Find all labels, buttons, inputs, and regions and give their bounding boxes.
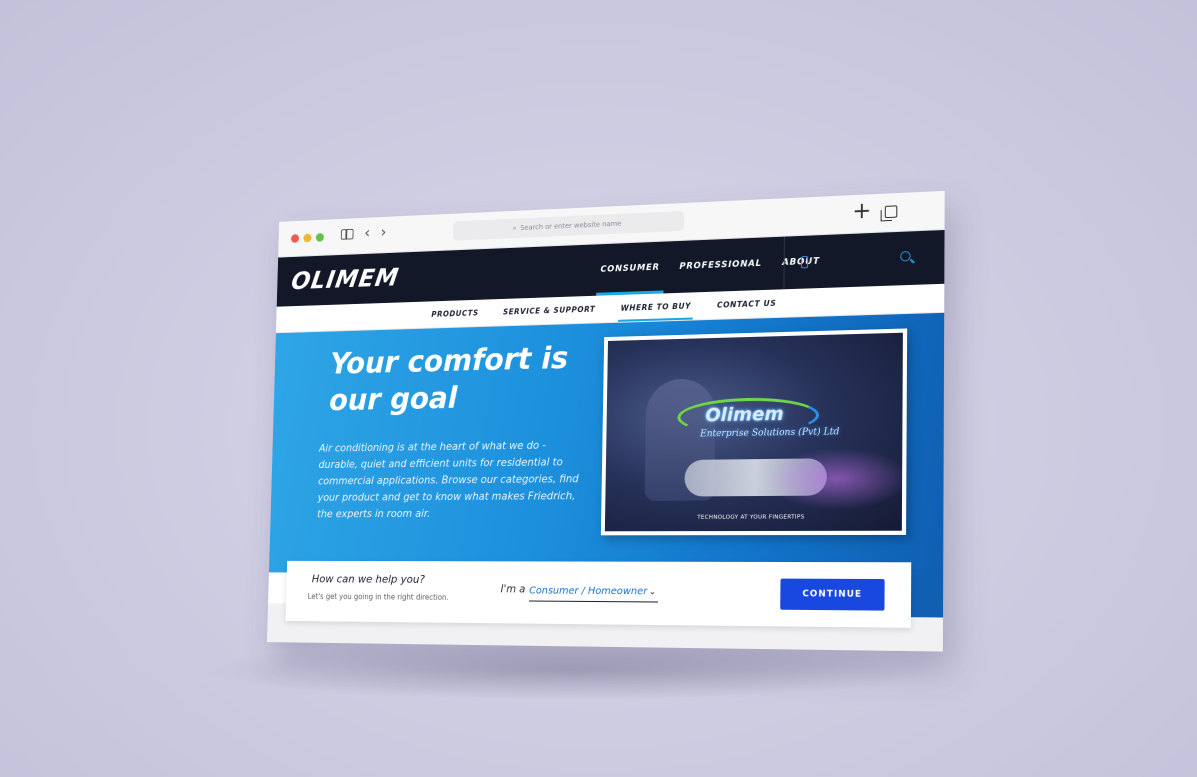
hero-edge bbox=[908, 574, 944, 618]
tabs-overview-icon[interactable] bbox=[884, 205, 898, 219]
new-tab-icon[interactable]: + bbox=[852, 198, 871, 224]
zoom-window-button[interactable] bbox=[315, 232, 325, 242]
help-bar: How can we help you? Let's get you going… bbox=[285, 560, 912, 628]
forward-icon[interactable]: › bbox=[380, 223, 386, 241]
subnav-where-to-buy[interactable]: WHERE TO BUY bbox=[611, 292, 702, 322]
address-bar[interactable]: ⌕ Search or enter website name bbox=[452, 210, 685, 241]
hero-title: Your comfort is our goal bbox=[328, 341, 569, 418]
scene: ‹ › ⌕ Search or enter website name + OLI… bbox=[0, 0, 1197, 777]
help-title: How can we help you? bbox=[311, 572, 426, 586]
back-icon[interactable]: ‹ bbox=[364, 223, 370, 241]
subnav-products[interactable]: PRODUCTS bbox=[422, 299, 488, 327]
image-company-name: Enterprise Solutions (Pvt) Ltd bbox=[700, 427, 840, 440]
phone-icon[interactable] bbox=[800, 255, 809, 269]
minimize-window-button[interactable] bbox=[303, 233, 312, 243]
subnav-contact-us[interactable]: CONTACT US bbox=[707, 289, 787, 319]
image-caption: TECHNOLOGY AT YOUR FINGERTIPS bbox=[697, 514, 805, 521]
continue-button[interactable]: CONTINUE bbox=[780, 578, 885, 611]
address-placeholder: Search or enter website name bbox=[520, 219, 622, 232]
window-controls bbox=[290, 232, 325, 243]
role-select[interactable]: Consumer / Homeowner ⌄ bbox=[529, 581, 659, 603]
role-select-value: Consumer / Homeowner bbox=[529, 585, 648, 598]
close-window-button[interactable] bbox=[290, 234, 300, 243]
site-logo[interactable]: OLIMEM bbox=[289, 263, 401, 295]
hero-section: Your comfort is our goal Air conditionin… bbox=[268, 312, 945, 576]
image-logo-text: Olimem bbox=[705, 403, 784, 427]
topnav-consumer[interactable]: CONSUMER bbox=[590, 241, 670, 296]
hero-description: Air conditioning is at the heart of what… bbox=[317, 439, 579, 521]
chevron-down-icon: ⌄ bbox=[648, 586, 657, 597]
sidebar-icon[interactable] bbox=[340, 228, 354, 240]
browser-window: ‹ › ⌕ Search or enter website name + OLI… bbox=[266, 190, 945, 652]
top-navigation: CONSUMER PROFESSIONAL ABOUT bbox=[590, 235, 830, 296]
search-icon[interactable] bbox=[900, 250, 911, 262]
topnav-professional[interactable]: PROFESSIONAL bbox=[669, 237, 772, 293]
search-icon: ⌕ bbox=[512, 223, 517, 232]
role-label: I'm a bbox=[500, 583, 526, 596]
image-glow bbox=[764, 446, 908, 511]
subnav-service-support[interactable]: SERVICE & SUPPORT bbox=[493, 295, 605, 325]
help-subtitle: Let's get you going in the right directi… bbox=[307, 591, 449, 602]
hero-image: Olimem Enterprise Solutions (Pvt) Ltd TE… bbox=[600, 328, 908, 536]
